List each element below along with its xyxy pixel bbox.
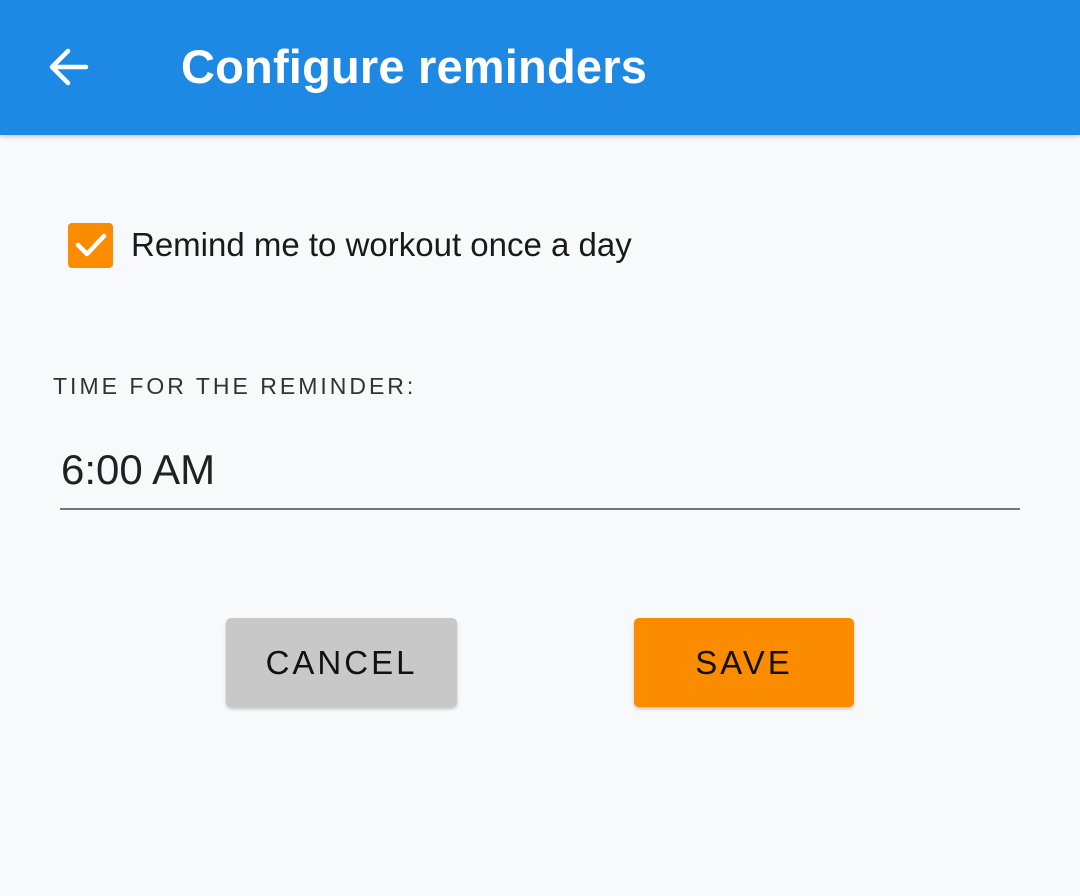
checkmark-icon — [74, 230, 108, 260]
save-button[interactable]: SAVE — [634, 618, 854, 707]
time-section-label: TIME FOR THE REMINDER: — [53, 373, 417, 399]
reminder-checkbox[interactable] — [68, 222, 113, 268]
reminder-checkbox-row[interactable]: Remind me to workout once a day — [68, 222, 632, 268]
arrow-left-icon — [46, 47, 90, 87]
app-bar: Configure reminders — [0, 0, 1080, 135]
reminder-time-field[interactable]: 6:00 AM — [60, 440, 1020, 510]
page-title: Configure reminders — [181, 40, 648, 93]
back-button[interactable] — [38, 37, 98, 97]
reminder-time-value[interactable]: 6:00 AM — [61, 446, 215, 494]
cancel-button[interactable]: CANCEL — [226, 618, 457, 707]
reminder-checkbox-label[interactable]: Remind me to workout once a day — [131, 226, 632, 264]
